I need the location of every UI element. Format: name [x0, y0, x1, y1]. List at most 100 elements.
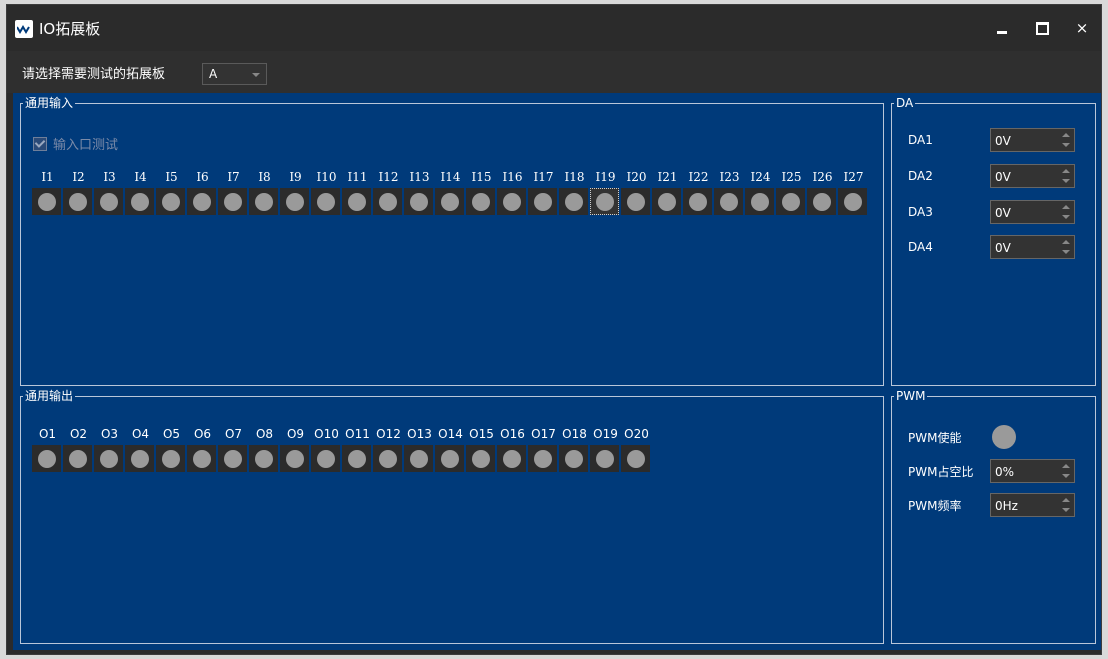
pwm-duty-label: PWM占空比 [908, 464, 974, 479]
pwm-enable-row: PWM使能 [908, 424, 1018, 450]
board-select-dropdown[interactable]: A [202, 63, 267, 85]
input-led-indicator [781, 192, 800, 211]
output-label: O13 [407, 427, 432, 441]
output-led-button[interactable] [94, 445, 123, 472]
output-led-button[interactable] [528, 445, 557, 472]
output-led-button[interactable] [621, 445, 650, 472]
input-led-cell[interactable] [32, 188, 61, 215]
output-led-button[interactable] [590, 445, 619, 472]
input-test-checkbox[interactable]: 输入口测试 [33, 134, 118, 153]
input-led-cell[interactable] [745, 188, 774, 215]
spin-down-icon[interactable] [1062, 474, 1070, 478]
output-led-indicator [192, 449, 211, 468]
input-led-cell[interactable] [683, 188, 712, 215]
maximize-button[interactable] [1025, 13, 1059, 43]
input-led-cell[interactable] [404, 188, 433, 215]
input-led-cell[interactable] [776, 188, 805, 215]
input-led-cell[interactable] [249, 188, 278, 215]
maximize-icon [1035, 21, 1049, 35]
input-led-cell[interactable] [373, 188, 402, 215]
output-label: O17 [531, 427, 556, 441]
spin-up-icon[interactable] [1062, 240, 1070, 244]
output-led-button[interactable] [156, 445, 185, 472]
input-led-indicator [719, 192, 738, 211]
da-spinbox[interactable]: 0V [990, 235, 1075, 259]
output-led-button[interactable] [280, 445, 309, 472]
da-spinbox[interactable]: 0V [990, 200, 1075, 224]
da-label: DA4 [908, 240, 933, 254]
output-led-button[interactable] [342, 445, 371, 472]
output-led-button[interactable] [125, 445, 154, 472]
output-led-button[interactable] [311, 445, 340, 472]
input-led-cell[interactable] [187, 188, 216, 215]
input-led-indicator [626, 192, 645, 211]
spin-up-icon[interactable] [1062, 169, 1070, 173]
input-led-cell[interactable] [342, 188, 371, 215]
spin-up-icon[interactable] [1062, 464, 1070, 468]
input-led-indicator [347, 192, 366, 211]
output-led-button[interactable] [373, 445, 402, 472]
minimize-icon [997, 30, 1007, 34]
da-spinbox[interactable]: 0V [990, 128, 1075, 152]
pwm-freq-spinbox[interactable]: 0Hz [990, 493, 1075, 517]
input-led-indicator [440, 192, 459, 211]
output-label: O14 [438, 427, 463, 441]
pwm-enable-toggle[interactable] [990, 424, 1018, 450]
input-led-cell[interactable] [218, 188, 247, 215]
spin-down-icon[interactable] [1062, 250, 1070, 254]
input-led-cell[interactable] [156, 188, 185, 215]
spin-up-icon[interactable] [1062, 133, 1070, 137]
input-label: I19 [595, 170, 616, 184]
spin-down-icon[interactable] [1062, 179, 1070, 183]
input-led-cell[interactable] [621, 188, 650, 215]
input-led-cell[interactable] [714, 188, 743, 215]
spin-down-icon[interactable] [1062, 143, 1070, 147]
output-led-button[interactable] [466, 445, 495, 472]
input-led-cell[interactable] [652, 188, 681, 215]
da-row: DA3 0V [908, 200, 1075, 224]
output-led-button[interactable] [559, 445, 588, 472]
input-led-cell[interactable] [559, 188, 588, 215]
input-led-cell[interactable] [63, 188, 92, 215]
input-label: I16 [502, 170, 523, 184]
spin-down-icon[interactable] [1062, 215, 1070, 219]
output-led-indicator [223, 449, 242, 468]
input-led-cell[interactable] [435, 188, 464, 215]
pwm-duty-spinbox[interactable]: 0% [990, 459, 1075, 483]
checkbox-checked-icon [33, 136, 47, 151]
input-led-cell[interactable] [590, 188, 619, 215]
output-led-indicator [254, 449, 273, 468]
spin-up-icon[interactable] [1062, 498, 1070, 502]
input-led-cell[interactable] [497, 188, 526, 215]
input-led-cell[interactable] [528, 188, 557, 215]
output-led-button[interactable] [435, 445, 464, 472]
input-led-cell[interactable] [280, 188, 309, 215]
output-led-button[interactable] [32, 445, 61, 472]
spin-down-icon[interactable] [1062, 508, 1070, 512]
output-label: O20 [624, 427, 649, 441]
main-area: 通用输入 输入口测试 I1 I2 I3 I4 I5 I6 I7 I8 I9 I10 I11 I12 I1… [13, 93, 1101, 650]
input-led-cell[interactable] [125, 188, 154, 215]
input-led-indicator [316, 192, 335, 211]
da-group-title: DA [894, 95, 916, 111]
input-led-cell[interactable] [311, 188, 340, 215]
input-led-cell[interactable] [94, 188, 123, 215]
output-led-button[interactable] [249, 445, 278, 472]
output-led-button[interactable] [187, 445, 216, 472]
input-led-indicator [471, 192, 490, 211]
pwm-enable-label: PWM使能 [908, 430, 962, 445]
close-button[interactable]: × [1065, 13, 1099, 43]
pwm-duty-row: PWM占空比 0% [908, 459, 1075, 483]
input-label: I3 [103, 170, 116, 184]
output-led-button[interactable] [218, 445, 247, 472]
spin-up-icon[interactable] [1062, 205, 1070, 209]
da-spinbox[interactable]: 0V [990, 164, 1075, 188]
input-led-cell[interactable] [807, 188, 836, 215]
title-bar[interactable]: IO拓展板 × [7, 5, 1101, 51]
output-led-button[interactable] [63, 445, 92, 472]
input-led-cell[interactable] [466, 188, 495, 215]
input-led-cell[interactable] [838, 188, 867, 215]
output-led-button[interactable] [497, 445, 526, 472]
minimize-button[interactable] [985, 13, 1019, 43]
output-led-button[interactable] [404, 445, 433, 472]
